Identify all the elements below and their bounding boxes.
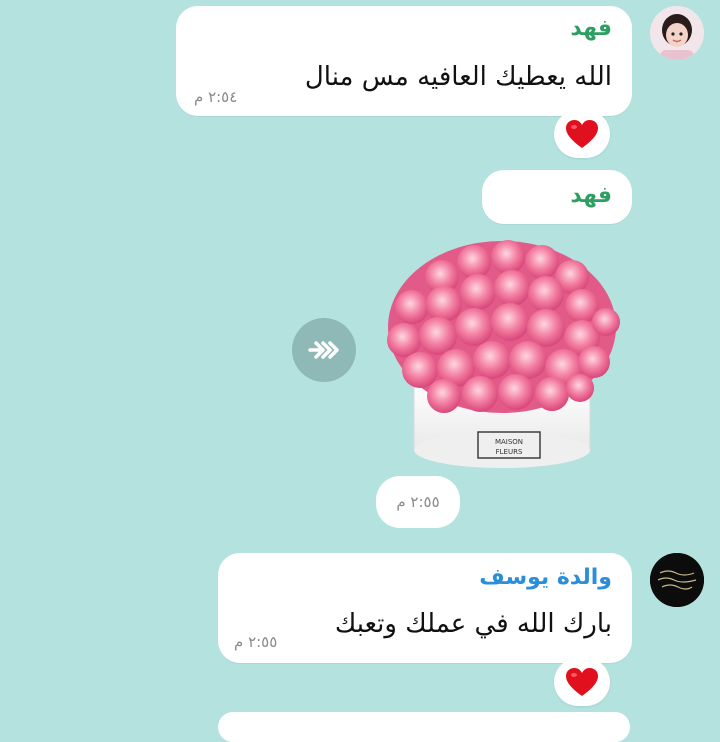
reaction-heart-1[interactable] [554,110,610,158]
red-heart-icon [566,120,598,148]
red-heart-icon [566,668,598,696]
message-text: الله يعطيك العافيه مس منال [304,62,612,92]
svg-text:FLEURS: FLEURS [496,448,523,456]
double-chevron-forward-icon [308,341,339,359]
message-text: بارك الله في عملك وتعبك [334,609,612,639]
shared-image-pink-roses[interactable]: MAISON FLEURS [382,232,622,480]
sender-name[interactable]: والدة يوسف [479,565,612,590]
forward-button[interactable] [292,318,356,382]
sender-name[interactable]: فهد [570,16,612,41]
message-time: ٢:٥٤ م [194,88,238,106]
avatar-calligraphy[interactable] [650,553,704,607]
message-bubble-1[interactable]: فهد الله يعطيك العافيه مس منال ٢:٥٤ م [176,6,632,116]
avatar-girl[interactable] [650,6,704,60]
message-time: ٢:٥٥ م [234,633,278,651]
box-label: MAISON [495,438,523,446]
image-time-pill: ٢:٥٥ م [376,476,460,528]
reaction-heart-3[interactable] [554,658,610,706]
sender-name[interactable]: فهد [570,183,612,208]
message-time: ٢:٥٥ م [396,493,440,511]
next-message-bubble-edge [218,712,630,742]
sender-header-bubble[interactable]: فهد [482,170,632,224]
message-bubble-3[interactable]: والدة يوسف بارك الله في عملك وتعبك ٢:٥٥ … [218,553,632,663]
